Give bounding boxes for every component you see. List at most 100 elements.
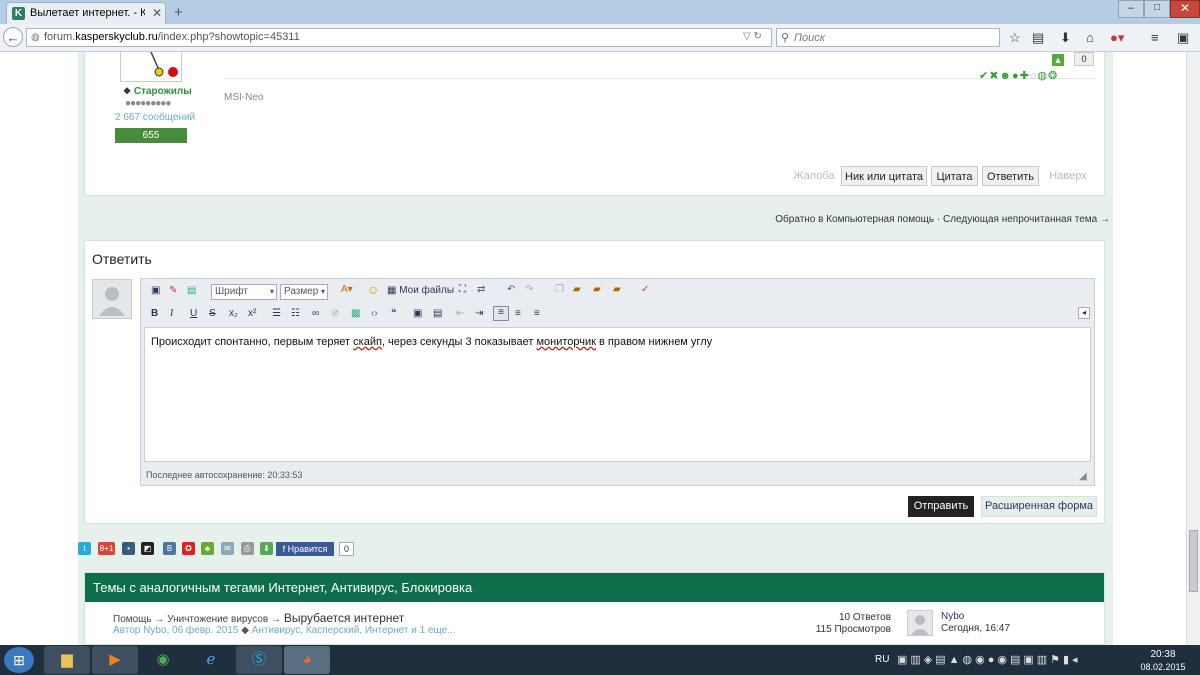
taskbar-explorer[interactable]: ▆ [44, 646, 90, 674]
remove-format-icon[interactable]: ▤ [187, 285, 196, 296]
moderation-icons[interactable]: ✔✖☻●✚◌◍❂ [979, 69, 1058, 82]
top-button[interactable]: Наверх [1043, 166, 1093, 186]
redo-icon[interactable]: ↷ [525, 284, 533, 295]
taskbar-skype[interactable]: Ⓢ [236, 646, 282, 674]
reply-button[interactable]: Ответить [982, 166, 1039, 186]
crumb-help-link[interactable]: Помощь [113, 614, 152, 625]
download-icon[interactable]: ⬇ [1060, 30, 1071, 46]
superscript-icon[interactable]: x² [248, 308, 256, 319]
paste-text-icon[interactable]: ▰ [593, 284, 601, 295]
report-button[interactable]: Жалоба [789, 166, 839, 186]
size-select[interactable]: Размер ▾ [280, 284, 328, 300]
align-right-icon[interactable]: ≡ [534, 308, 540, 319]
font-select[interactable]: Шрифт ▾ [211, 284, 277, 300]
align-center-icon[interactable]: ≡ [515, 308, 521, 319]
reload-icon[interactable]: ▽ ↻ [743, 31, 762, 42]
page-scrollbar[interactable] [1186, 52, 1200, 645]
link-icon[interactable]: ∞ [312, 308, 319, 319]
paste-word-icon[interactable]: ▰ [613, 284, 621, 295]
reading-list-icon[interactable]: ▤ [1032, 30, 1044, 46]
collapse-toolbar-icon[interactable]: ◂ [1078, 307, 1090, 319]
submit-button[interactable]: Отправить [908, 496, 974, 517]
eraser-icon[interactable]: ✎ [169, 285, 177, 296]
full-form-button[interactable]: Расширенная форма [981, 496, 1097, 517]
taskbar-chrome[interactable]: ◉ [140, 646, 186, 674]
undo-icon[interactable]: ↶ [507, 284, 515, 295]
code-icon[interactable]: ‹› [371, 308, 378, 319]
bookmark-star-icon[interactable]: ☆ [1009, 30, 1021, 46]
crumb-virus-link[interactable]: Уничтожение вирусов [167, 614, 268, 625]
unlink-icon[interactable]: ⊘ [331, 308, 339, 319]
media-icon[interactable]: ▣ [413, 308, 422, 319]
start-button[interactable]: ⊞ [4, 647, 34, 673]
binoculars-icon[interactable]: ⛶ [459, 284, 466, 295]
search-box[interactable]: ⚲ Поиск [776, 28, 1000, 47]
spoiler-icon[interactable]: ▤ [433, 308, 442, 319]
back-to-forum-link[interactable]: Обратно в Компьютерная помощь [775, 214, 934, 225]
clock-time[interactable]: 20:38 [1138, 649, 1188, 660]
indent-icon[interactable]: ⇥ [475, 308, 483, 319]
system-tray-icons[interactable]: ▣▥◈▤▲◍◉●◉▤▣▥⚑▮◂ [897, 653, 1081, 666]
last-poster-name[interactable]: Nybo [941, 611, 964, 622]
facebook-like-button[interactable]: f Нравится [276, 542, 334, 556]
moimir-icon[interactable]: ♣ [201, 542, 214, 555]
vote-up-icon[interactable]: ▲ [1052, 54, 1064, 66]
next-unread-link[interactable]: Следующая непрочитанная тема → [943, 214, 1110, 225]
outdent-icon[interactable]: ⇤ [456, 308, 464, 319]
kaspersky-icon[interactable]: ▣ [1177, 30, 1189, 46]
home-icon[interactable]: ⌂ [1086, 30, 1094, 45]
email-icon[interactable]: ✉ [221, 542, 234, 555]
italic-icon[interactable]: I [170, 308, 173, 319]
strikethrough-icon[interactable]: S [209, 308, 216, 319]
google-plus-icon[interactable]: 8+1 [98, 542, 115, 555]
spellcheck-icon[interactable]: ✓ [641, 284, 649, 295]
delicious-icon[interactable]: ◩ [141, 542, 154, 555]
message-textarea[interactable]: Происходит спонтанно, первым теряет скай… [144, 327, 1091, 462]
menu-icon[interactable]: ≡ [1151, 30, 1159, 45]
source-icon[interactable]: ▣ [151, 285, 160, 296]
print-icon[interactable]: ⎙ [241, 542, 254, 555]
bookmark-service-icon[interactable]: ▪ [122, 542, 135, 555]
window-close-button[interactable]: ✕ [1170, 0, 1200, 18]
numbered-list-icon[interactable]: ☷ [291, 308, 300, 319]
vkontakte-icon[interactable]: B [163, 542, 176, 555]
last-poster-avatar[interactable] [907, 610, 933, 636]
taskbar-ie[interactable]: ℯ [188, 646, 234, 674]
back-button[interactable]: ← [3, 27, 23, 47]
quote-icon[interactable]: ❝ [391, 308, 396, 319]
bullet-list-icon[interactable]: ☰ [272, 308, 281, 319]
align-left-icon[interactable]: ≡ [493, 306, 509, 321]
user-avatar[interactable] [120, 52, 182, 82]
scrollbar-thumb[interactable] [1189, 530, 1198, 592]
my-files-button[interactable]: ▦ Мои файлы [387, 285, 454, 296]
quote-button[interactable]: Цитата [931, 166, 978, 186]
browser-tab[interactable]: K Вылетает интернет. - Ком... ✕ [6, 2, 166, 24]
taskbar-media-player[interactable]: ▶ [92, 646, 138, 674]
text-color-icon[interactable]: A▾ [341, 284, 353, 295]
post-count[interactable]: 2 667 сообщений [115, 112, 195, 123]
bold-icon[interactable]: B [151, 308, 158, 319]
copy-icon[interactable]: ❐ [555, 284, 564, 295]
nick-quote-button[interactable]: Ник или цитата [841, 166, 927, 186]
clock-date[interactable]: 08.02.2015 [1138, 662, 1188, 672]
topic-tags[interactable]: Антивирус, Касперский, Интернет и 1 еще.… [252, 625, 456, 636]
odnoklassniki-icon[interactable]: ✪ [182, 542, 195, 555]
tab-close-icon[interactable]: ✕ [152, 6, 162, 20]
resize-handle-icon[interactable]: ◢ [1079, 471, 1087, 482]
twitter-icon[interactable]: t [78, 542, 91, 555]
emoticon-icon[interactable]: ☺ [367, 283, 379, 297]
replace-icon[interactable]: ⇄ [477, 284, 485, 295]
language-indicator[interactable]: RU [875, 654, 889, 665]
taskbar-firefox[interactable]: ◕ [284, 646, 330, 674]
address-bar[interactable]: ◍ forum.kasperskyclub.ru/index.php?showt… [26, 28, 772, 47]
paste-icon[interactable]: ▰ [573, 284, 581, 295]
subscript-icon[interactable]: x₂ [229, 308, 238, 319]
image-icon[interactable]: ▩ [351, 308, 360, 319]
new-tab-button[interactable]: + [174, 4, 183, 21]
topic-title-link[interactable]: Вырубается интернет [284, 611, 404, 625]
save-icon[interactable]: ⬇ [260, 542, 273, 555]
window-minimize-button[interactable]: – [1118, 0, 1144, 18]
topic-author[interactable]: Автор Nybo, 06 февр. 2015 [113, 625, 238, 636]
adblock-icon[interactable]: ●▾ [1110, 30, 1124, 46]
underline-icon[interactable]: U [190, 308, 197, 319]
